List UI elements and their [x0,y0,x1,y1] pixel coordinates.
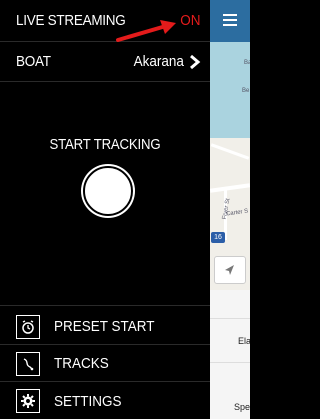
boat-label: BOAT [16,53,51,70]
menu-label-settings: SETTINGS [54,392,122,410]
menu-divider [0,305,210,306]
alarm-clock-icon [16,314,40,339]
map-label: Ba [244,60,250,66]
live-streaming-status[interactable]: ON [180,12,200,29]
location-arrow-icon [225,265,234,275]
menu-item-tracks[interactable]: TRACKS [0,346,210,382]
chevron-right-icon [190,54,201,69]
live-streaming-row[interactable]: LIVE STREAMING ON [0,0,210,42]
gear-icon [16,389,40,413]
map-label: Be [242,88,250,94]
track-path-icon [16,351,40,376]
info-label-elapsed: Ela [238,336,250,346]
menu-item-preset-start[interactable]: PRESET START [0,309,210,345]
red-arrow-annotation-icon [116,20,176,42]
boat-value: Akarana [133,53,184,70]
start-tracking-label: START TRACKING [49,136,161,153]
menu-label-tracks: TRACKS [54,355,109,372]
map-panel: Ba Be Carter S Fryer St 16 Ela Spe [210,0,250,419]
map-info-panel: Ela Spe [210,290,250,419]
my-location-button[interactable] [214,256,246,284]
info-label-speed: Spe [234,402,250,412]
boat-row[interactable]: BOAT Akarana [0,42,210,82]
start-tracking-button[interactable] [83,166,133,216]
menu-item-settings[interactable]: SETTINGS [0,383,210,419]
menu-label-preset-start: PRESET START [54,318,155,335]
highway-badge: 16 [211,232,225,243]
hamburger-menu-icon[interactable] [223,14,237,26]
live-streaming-label: LIVE STREAMING [16,12,126,29]
navigation-drawer: LIVE STREAMING ON BOAT Akarana START TRA… [0,0,210,419]
